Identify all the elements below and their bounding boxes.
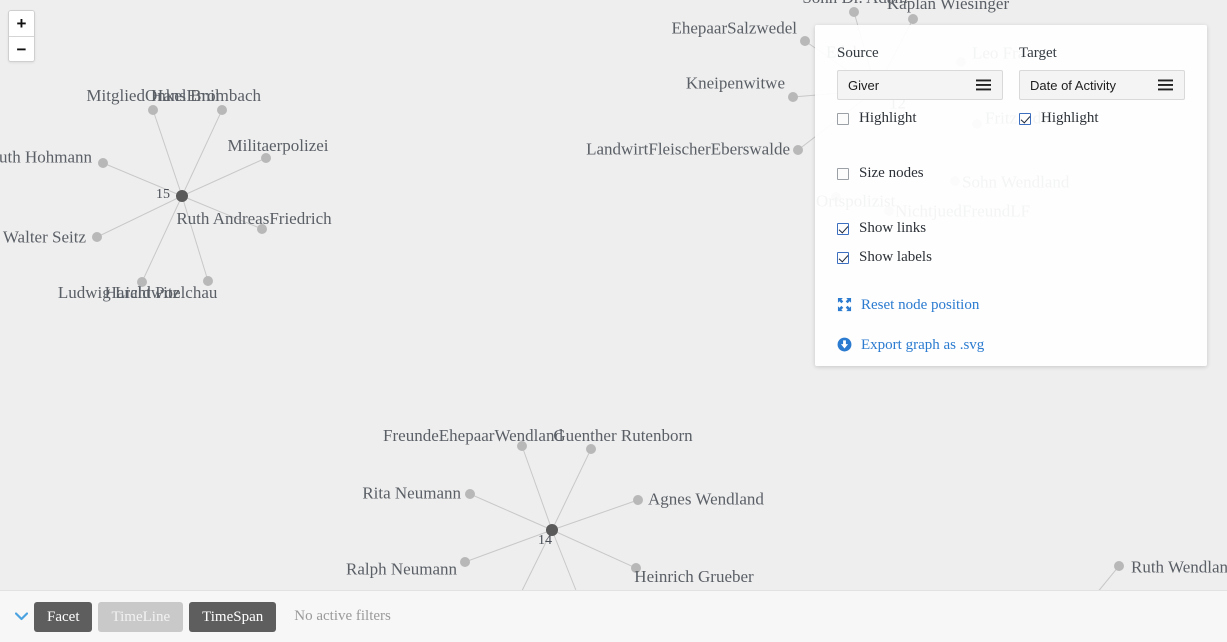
source-select-value: Giver: [838, 78, 976, 93]
target-select[interactable]: Date of Activity: [1019, 70, 1185, 100]
graph-node[interactable]: [546, 524, 558, 536]
graph-link: [182, 196, 208, 281]
graph-node[interactable]: [633, 495, 643, 505]
graph-node[interactable]: [849, 7, 859, 17]
target-column: Target Date of Activity Highlight: [1019, 45, 1185, 126]
graph-node[interactable]: [517, 441, 527, 451]
target-select-value: Date of Activity: [1020, 78, 1158, 93]
hamburger-icon: [976, 79, 1002, 91]
export-svg-label: Export graph as .svg: [861, 338, 984, 353]
zoom-controls[interactable]: + −: [8, 10, 35, 62]
target-highlight-row[interactable]: Highlight: [1019, 111, 1185, 126]
show-links-checkbox[interactable]: [837, 223, 849, 235]
graph-node[interactable]: [586, 444, 596, 454]
graph-link: [142, 196, 182, 282]
show-labels-label: Show labels: [859, 250, 932, 265]
graph-link: [153, 110, 182, 196]
graph-node[interactable]: [98, 158, 108, 168]
graph-node[interactable]: [217, 105, 227, 115]
graph-node[interactable]: [800, 36, 810, 46]
show-links-row[interactable]: Show links: [837, 221, 1185, 236]
graph-node[interactable]: [92, 232, 102, 242]
graph-node[interactable]: [465, 489, 475, 499]
zoom-in-button[interactable]: +: [9, 11, 34, 36]
download-circle-icon: [837, 337, 853, 353]
target-label: Target: [1019, 45, 1185, 62]
graph-node[interactable]: [1114, 561, 1124, 571]
size-nodes-row[interactable]: Size nodes: [837, 166, 1185, 181]
network-graph-app: MitgliedOnkelEmilHans BrombachMilitaerpo…: [0, 0, 1227, 642]
export-svg-button[interactable]: Export graph as .svg: [837, 337, 1185, 353]
graph-link: [182, 196, 262, 229]
graph-link: [182, 110, 222, 196]
arrows-expand-icon: [837, 297, 853, 313]
graph-link: [552, 500, 638, 530]
graph-link: [182, 158, 266, 196]
chevron-down-icon[interactable]: [8, 612, 34, 621]
graph-node[interactable]: [631, 563, 641, 573]
source-highlight-checkbox[interactable]: [837, 113, 849, 125]
graph-settings-panel: Source Giver Highlight: [815, 25, 1207, 366]
graph-link: [97, 196, 182, 237]
hamburger-icon: [1158, 79, 1184, 91]
graph-link: [470, 494, 552, 530]
size-nodes-label: Size nodes: [859, 166, 924, 181]
graph-node[interactable]: [176, 190, 188, 202]
graph-node[interactable]: [788, 92, 798, 102]
source-label: Source: [837, 45, 1003, 62]
graph-link: [552, 449, 591, 530]
zoom-out-button[interactable]: −: [9, 36, 34, 61]
timespan-button[interactable]: TimeSpan: [189, 602, 276, 632]
show-labels-checkbox[interactable]: [837, 252, 849, 264]
graph-node[interactable]: [261, 153, 271, 163]
show-labels-row[interactable]: Show labels: [837, 250, 1185, 265]
graph-link: [103, 163, 182, 196]
graph-node[interactable]: [203, 276, 213, 286]
facet-button[interactable]: Facet: [34, 602, 92, 632]
graph-node[interactable]: [137, 277, 147, 287]
graph-node[interactable]: [257, 224, 267, 234]
filter-bar: Facet TimeLine TimeSpan No active filter…: [0, 590, 1227, 642]
graph-node[interactable]: [460, 557, 470, 567]
graph-node[interactable]: [908, 14, 918, 24]
graph-node[interactable]: [148, 105, 158, 115]
filter-status-text: No active filters: [294, 608, 391, 625]
reset-node-position-button[interactable]: Reset node position: [837, 297, 1185, 313]
source-highlight-row[interactable]: Highlight: [837, 111, 1003, 126]
size-nodes-checkbox[interactable]: [837, 168, 849, 180]
source-target-columns: Source Giver Highlight: [837, 45, 1185, 126]
source-highlight-label: Highlight: [859, 111, 917, 126]
graph-link: [522, 446, 552, 530]
source-column: Source Giver Highlight: [837, 45, 1003, 126]
reset-node-position-label: Reset node position: [861, 298, 979, 313]
target-highlight-label: Highlight: [1041, 111, 1099, 126]
timeline-button[interactable]: TimeLine: [98, 602, 183, 632]
graph-node[interactable]: [793, 145, 803, 155]
show-links-label: Show links: [859, 221, 926, 236]
source-select[interactable]: Giver: [837, 70, 1003, 100]
target-highlight-checkbox[interactable]: [1019, 113, 1031, 125]
